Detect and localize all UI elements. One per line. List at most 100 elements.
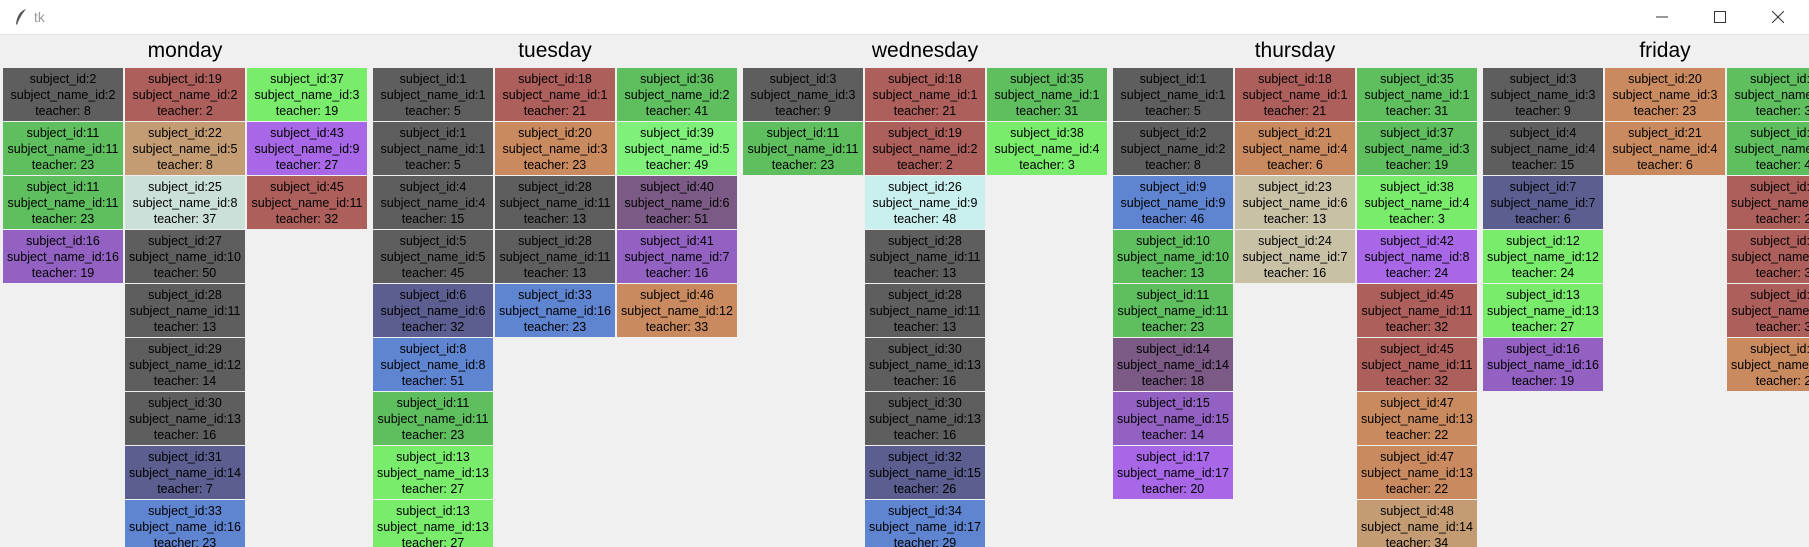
cell-subject-name-id: subject_name_id:15 bbox=[1117, 412, 1229, 426]
cell-subject-name-id: subject_name_id:11 bbox=[869, 250, 981, 264]
cell-teacher: teacher: 23 bbox=[31, 212, 95, 226]
timetable-cell: subject_id:9 subject_name_id:9 teacher: 46 bbox=[1113, 176, 1233, 229]
cell-subject-name-id: subject_name_id:11 bbox=[869, 304, 981, 318]
cell-subject-id: subject_id:36 bbox=[640, 72, 714, 86]
cell-subject-name-id: subject_name_id:14 bbox=[1361, 520, 1473, 534]
cell-subject-name-id: subject_name_id:7 bbox=[624, 250, 730, 264]
timetable-cell: subject_id:35 subject_name_id:1 teacher: 3… bbox=[987, 68, 1107, 121]
timetable-cell: subject_id:28 subject_name_id:11 teacher: … bbox=[495, 176, 615, 229]
timetable-canvas: monday subject_id:2 subject_name_id:2 teach… bbox=[0, 35, 1809, 547]
cell-teacher: teacher: 49 bbox=[645, 158, 709, 172]
cell-subject-name-id: subject_name_id:4 bbox=[1490, 142, 1596, 156]
cell-subject-id: subject_id:28 bbox=[148, 288, 222, 302]
minimize-icon bbox=[1656, 16, 1668, 18]
cell-subject-name-id: subject_name_id:4 bbox=[1612, 142, 1718, 156]
cell-subject-name-id: subject_name_id:1 bbox=[1364, 88, 1470, 102]
cell-subject-name-id: subject_name_id:5 bbox=[132, 142, 238, 156]
cell-subject-name-id: subject_name_id:5 bbox=[624, 142, 730, 156]
cell-teacher: teacher: 21 bbox=[893, 104, 957, 118]
cell-teacher: teacher: 24 bbox=[1385, 266, 1449, 280]
cell-subject-name-id: subject_name_id:5 bbox=[380, 250, 486, 264]
cell-subject-name-id: subject_name_id:4 bbox=[1364, 196, 1470, 210]
cell-subject-name-id: subject_name_id:16 bbox=[129, 520, 241, 534]
cell-subject-name-id: subject_name_id:12 bbox=[1487, 250, 1599, 264]
cell-teacher: teacher: 21 bbox=[523, 104, 587, 118]
timetable-cell: subject_id:44 subject_name_id:10 teacher: … bbox=[1727, 176, 1809, 229]
window-titlebar[interactable]: tk bbox=[0, 0, 1809, 35]
cell-teacher: teacher: 22 bbox=[1385, 482, 1449, 496]
cell-subject-name-id: subject_name_id:11 bbox=[1361, 304, 1473, 318]
cell-teacher: teacher: 41 bbox=[1755, 158, 1809, 172]
timetable-cell: subject_id:3 subject_name_id:3 teacher: 9 bbox=[1483, 68, 1603, 121]
cell-teacher: teacher: 19 bbox=[1511, 374, 1575, 388]
cell-teacher: teacher: 31 bbox=[1015, 104, 1079, 118]
cell-subject-name-id: subject_name_id:7 bbox=[1490, 196, 1596, 210]
cell-subject-id: subject_id:18 bbox=[888, 72, 962, 86]
cell-teacher: teacher: 6 bbox=[1637, 158, 1693, 172]
cell-teacher: teacher: 13 bbox=[1141, 266, 1205, 280]
timetable-cell: subject_id:30 subject_name_id:13 teacher: … bbox=[865, 338, 985, 391]
cell-subject-id: subject_id:11 bbox=[26, 126, 100, 140]
cell-subject-name-id: subject_name_id:3 bbox=[1490, 88, 1596, 102]
cell-subject-id: subject_id:10 bbox=[1136, 234, 1210, 248]
timetable-cell: subject_id:26 subject_name_id:9 teacher: 4… bbox=[865, 176, 985, 229]
cell-teacher: teacher: 16 bbox=[153, 428, 217, 442]
cell-subject-name-id: subject_name_id:11 bbox=[251, 196, 363, 210]
timetable-cell: subject_id:18 subject_name_id:1 teacher: 2… bbox=[495, 68, 615, 121]
cell-subject-name-id: subject_name_id:11 bbox=[499, 250, 611, 264]
cell-subject-id: subject_id:3 bbox=[1509, 72, 1577, 86]
cell-teacher: teacher: 29 bbox=[893, 536, 957, 547]
cell-subject-name-id: subject_name_id:16 bbox=[499, 304, 611, 318]
cell-subject-id: subject_id:35 bbox=[1750, 72, 1809, 86]
cell-subject-id: subject_id:13 bbox=[396, 450, 470, 464]
cell-teacher: teacher: 21 bbox=[1263, 104, 1327, 118]
cell-subject-name-id: subject_name_id:8 bbox=[132, 196, 238, 210]
timetable-cell: subject_id:36 subject_name_id:2 teacher: 4… bbox=[617, 68, 737, 121]
timetable-cell: subject_id:16 subject_name_id:16 teacher: … bbox=[1483, 338, 1603, 391]
timetable-cell: subject_id:22 subject_name_id:5 teacher: 8 bbox=[125, 122, 245, 175]
cell-subject-name-id: subject_name_id:1 bbox=[1734, 88, 1809, 102]
cell-subject-id: subject_id:12 bbox=[1506, 234, 1580, 248]
cell-subject-name-id: subject_name_id:1 bbox=[1242, 88, 1348, 102]
timetable-cell: subject_id:7 subject_name_id:7 teacher: 6 bbox=[1483, 176, 1603, 229]
close-button[interactable] bbox=[1750, 0, 1806, 34]
cell-subject-id: subject_id:5 bbox=[399, 234, 467, 248]
day-label-tuesday: tuesday bbox=[518, 39, 592, 62]
cell-subject-id: subject_id:45 bbox=[1750, 234, 1809, 248]
timetable-cell: subject_id:1 subject_name_id:1 teacher: 5 bbox=[373, 122, 493, 175]
cell-subject-name-id: subject_name_id:11 bbox=[7, 196, 119, 210]
cell-teacher: teacher: 16 bbox=[893, 428, 957, 442]
timetable-cell: subject_id:4 subject_name_id:4 teacher: 15 bbox=[1483, 122, 1603, 175]
cell-teacher: teacher: 27 bbox=[275, 158, 339, 172]
day-label-wednesday: wednesday bbox=[871, 39, 979, 62]
cell-teacher: teacher: 6 bbox=[1515, 212, 1571, 226]
cell-teacher: teacher: 23 bbox=[1633, 104, 1697, 118]
cell-teacher: teacher: 15 bbox=[401, 212, 465, 226]
cell-subject-name-id: subject_name_id:17 bbox=[1117, 466, 1229, 480]
cell-teacher: teacher: 13 bbox=[523, 212, 587, 226]
timetable-cell: subject_id:11 subject_name_id:11 teacher: … bbox=[1113, 284, 1233, 337]
cell-teacher: teacher: 31 bbox=[1755, 104, 1809, 118]
cell-teacher: teacher: 22 bbox=[1385, 428, 1449, 442]
cell-subject-name-id: subject_name_id:13 bbox=[377, 520, 489, 534]
cell-subject-id: subject_id:37 bbox=[270, 72, 344, 86]
cell-subject-id: subject_id:9 bbox=[1139, 180, 1207, 194]
minimize-button[interactable] bbox=[1634, 0, 1690, 34]
timetable-cell: subject_id:24 subject_name_id:7 teacher: 1… bbox=[1235, 230, 1355, 283]
maximize-button[interactable] bbox=[1692, 0, 1748, 34]
cell-subject-id: subject_id:42 bbox=[1380, 234, 1454, 248]
cell-subject-name-id: subject_name_id:11 bbox=[1361, 358, 1473, 372]
cell-teacher: teacher: 31 bbox=[1385, 104, 1449, 118]
timetable-cell: subject_id:45 subject_name_id:11 teacher: … bbox=[1357, 284, 1477, 337]
timetable-cell: subject_id:25 subject_name_id:8 teacher: 3… bbox=[125, 176, 245, 229]
cell-teacher: teacher: 13 bbox=[153, 320, 217, 334]
cell-subject-name-id: subject_name_id:3 bbox=[1364, 142, 1470, 156]
maximize-icon bbox=[1714, 11, 1726, 23]
cell-teacher: teacher: 23 bbox=[153, 536, 217, 547]
cell-subject-name-id: subject_name_id:3 bbox=[1612, 88, 1718, 102]
cell-teacher: teacher: 51 bbox=[645, 212, 709, 226]
cell-subject-name-id: subject_name_id:8 bbox=[1364, 250, 1470, 264]
cell-subject-id: subject_id:1 bbox=[1139, 72, 1207, 86]
cell-teacher: teacher: 19 bbox=[275, 104, 339, 118]
cell-teacher: teacher: 13 bbox=[893, 266, 957, 280]
